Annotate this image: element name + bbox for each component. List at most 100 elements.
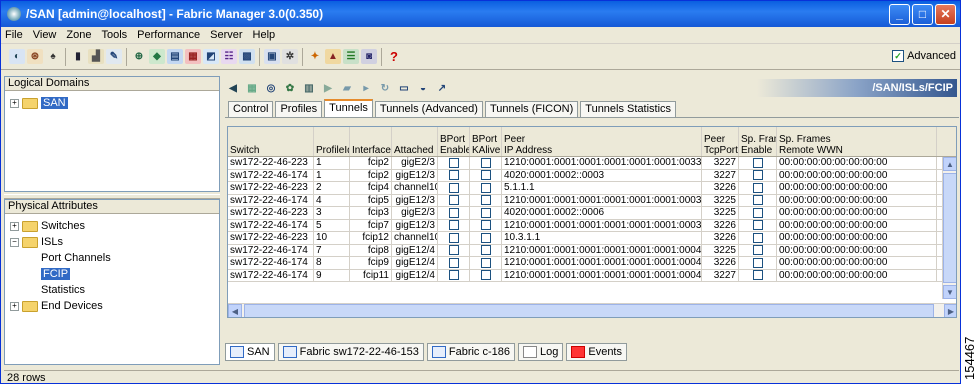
collapse-left-icon[interactable]: ◀ bbox=[225, 81, 241, 96]
scroll-thumb[interactable] bbox=[943, 173, 956, 283]
table-row[interactable]: sw172-22-46-174 7 fcip8 gigE12/4 1210:0001:0… bbox=[228, 244, 956, 257]
checkbox[interactable] bbox=[448, 245, 459, 256]
tree-item-port-channels[interactable]: Port Channels bbox=[10, 250, 214, 266]
table-row[interactable]: sw172-22-46-174 1 fcip2 gigE12/3 4020:0001:0… bbox=[228, 169, 956, 182]
checkbox-cell[interactable] bbox=[438, 244, 470, 256]
tree-item-san[interactable]: + SAN bbox=[10, 95, 214, 111]
checkbox[interactable] bbox=[752, 220, 763, 231]
checkbox[interactable] bbox=[480, 195, 491, 206]
tab-tunnels-advanced[interactable]: Tunnels (Advanced) bbox=[374, 101, 483, 117]
checkbox-cell[interactable] bbox=[438, 182, 470, 194]
help-icon[interactable]: ? bbox=[386, 49, 402, 64]
scroll-left-icon[interactable]: ◀ bbox=[228, 304, 242, 317]
users-icon[interactable]: ✎ bbox=[106, 49, 122, 64]
checkbox[interactable] bbox=[448, 232, 459, 243]
menu-zone[interactable]: Zone bbox=[66, 29, 91, 41]
vertical-scrollbar[interactable]: ▲ ▼ bbox=[942, 157, 956, 299]
open-icon[interactable]: ◐ bbox=[9, 49, 25, 64]
checkbox[interactable] bbox=[448, 182, 459, 193]
tab-tunnels-statistics[interactable]: Tunnels Statistics bbox=[580, 101, 677, 117]
column-header[interactable]: Peer TcpPort bbox=[702, 127, 739, 156]
checkbox-cell[interactable] bbox=[739, 232, 777, 244]
collapse-icon[interactable]: − bbox=[10, 237, 19, 247]
table-row[interactable]: sw172-22-46-174 4 fcip5 gigE12/3 1210:0001:0… bbox=[228, 194, 956, 207]
checkbox-cell[interactable] bbox=[739, 194, 777, 206]
tree-item-switches[interactable]: + Switches bbox=[10, 218, 214, 234]
apply-icon[interactable]: ◎ bbox=[263, 81, 279, 96]
checkbox[interactable] bbox=[752, 182, 763, 193]
refresh-icon[interactable]: ▦ bbox=[244, 81, 260, 96]
create-icon[interactable]: ✿ bbox=[282, 81, 298, 96]
tab-tunnels[interactable]: Tunnels bbox=[324, 99, 373, 117]
column-header[interactable]: Interface bbox=[350, 127, 392, 156]
copy-icon[interactable]: ▶ bbox=[320, 81, 336, 96]
bottom-tab-san[interactable]: SAN bbox=[225, 343, 275, 361]
checkbox[interactable] bbox=[480, 232, 491, 243]
save-icon[interactable]: ▭ bbox=[396, 81, 412, 96]
bottom-tab-events[interactable]: Events bbox=[566, 343, 627, 361]
zone-icon[interactable]: ⊕ bbox=[131, 49, 147, 64]
expand-icon[interactable]: + bbox=[10, 301, 19, 311]
checkbox[interactable] bbox=[448, 157, 459, 168]
find-icon[interactable]: ♠ bbox=[45, 49, 61, 64]
checkbox[interactable] bbox=[448, 257, 459, 268]
checkbox[interactable] bbox=[752, 207, 763, 218]
expand-icon[interactable]: + bbox=[10, 98, 19, 108]
checkbox-cell[interactable] bbox=[739, 207, 777, 219]
checkbox[interactable] bbox=[480, 182, 491, 193]
menu-tools[interactable]: Tools bbox=[101, 29, 127, 41]
topology-icon[interactable]: ✲ bbox=[282, 49, 298, 64]
tree-item-isls[interactable]: − ISLs bbox=[10, 234, 214, 250]
column-header[interactable]: Sp. FramesEnable bbox=[739, 127, 777, 156]
checkbox[interactable] bbox=[752, 270, 763, 281]
checkbox-cell[interactable] bbox=[470, 244, 502, 256]
checkbox-cell[interactable] bbox=[739, 182, 777, 194]
tree-item-end-devices[interactable]: + End Devices bbox=[10, 298, 214, 314]
maximize-button[interactable]: □ bbox=[912, 3, 933, 25]
checkbox-cell[interactable] bbox=[470, 219, 502, 231]
expand-icon[interactable]: + bbox=[10, 221, 19, 231]
checkbox-cell[interactable] bbox=[739, 244, 777, 256]
bottom-tab-log[interactable]: Log bbox=[518, 343, 564, 361]
bottom-tab-fabric-186[interactable]: Fabric c-186 bbox=[426, 343, 515, 361]
checkbox[interactable] bbox=[480, 207, 491, 218]
checkbox[interactable] bbox=[480, 220, 491, 231]
checkbox-cell[interactable] bbox=[470, 257, 502, 269]
wizard-icon[interactable]: ▩ bbox=[239, 49, 255, 64]
checkbox-cell[interactable] bbox=[470, 182, 502, 194]
tree-item-fcip[interactable]: FCIP bbox=[10, 266, 214, 282]
alarm-icon[interactable]: ▲ bbox=[325, 49, 341, 64]
print-icon[interactable]: ◒ bbox=[415, 81, 431, 96]
column-header[interactable]: Peer IP Address bbox=[502, 127, 702, 156]
checkbox[interactable] bbox=[752, 257, 763, 268]
checkbox-cell[interactable] bbox=[438, 232, 470, 244]
log-icon[interactable]: ☰ bbox=[343, 49, 359, 64]
checkbox[interactable] bbox=[752, 245, 763, 256]
tab-tunnels-ficon[interactable]: Tunnels (FICON) bbox=[484, 101, 579, 117]
checkbox[interactable] bbox=[752, 195, 763, 206]
scroll-up-icon[interactable]: ▲ bbox=[943, 157, 956, 171]
checkbox-cell[interactable] bbox=[438, 157, 470, 169]
checkbox[interactable] bbox=[448, 207, 459, 218]
paste-icon[interactable]: ▰ bbox=[339, 81, 355, 96]
discover-icon[interactable]: ⊛ bbox=[27, 49, 43, 64]
checkbox[interactable] bbox=[752, 170, 763, 181]
delete-icon[interactable]: ▥ bbox=[301, 81, 317, 96]
checkbox[interactable] bbox=[480, 257, 491, 268]
tab-control[interactable]: Control bbox=[228, 101, 274, 117]
export-icon[interactable]: ↗ bbox=[434, 81, 450, 96]
column-header[interactable]: BPort Enable bbox=[438, 127, 470, 156]
bottom-splitter[interactable] bbox=[225, 321, 959, 326]
checkbox[interactable] bbox=[480, 270, 491, 281]
minimize-button[interactable]: _ bbox=[889, 3, 910, 25]
checkbox[interactable] bbox=[480, 157, 491, 168]
checkbox-cell[interactable] bbox=[438, 219, 470, 231]
license-icon[interactable]: ▟ bbox=[88, 49, 104, 64]
title-bar[interactable]: /SAN [admin@localhost] - Fabric Manager … bbox=[1, 1, 960, 27]
checkbox-cell[interactable] bbox=[438, 269, 470, 281]
checkbox-cell[interactable] bbox=[438, 169, 470, 181]
column-header[interactable]: BPort KAlive bbox=[470, 127, 502, 156]
checkbox[interactable] bbox=[480, 170, 491, 181]
scroll-down-icon[interactable]: ▼ bbox=[943, 285, 956, 299]
checkbox-cell[interactable] bbox=[470, 169, 502, 181]
